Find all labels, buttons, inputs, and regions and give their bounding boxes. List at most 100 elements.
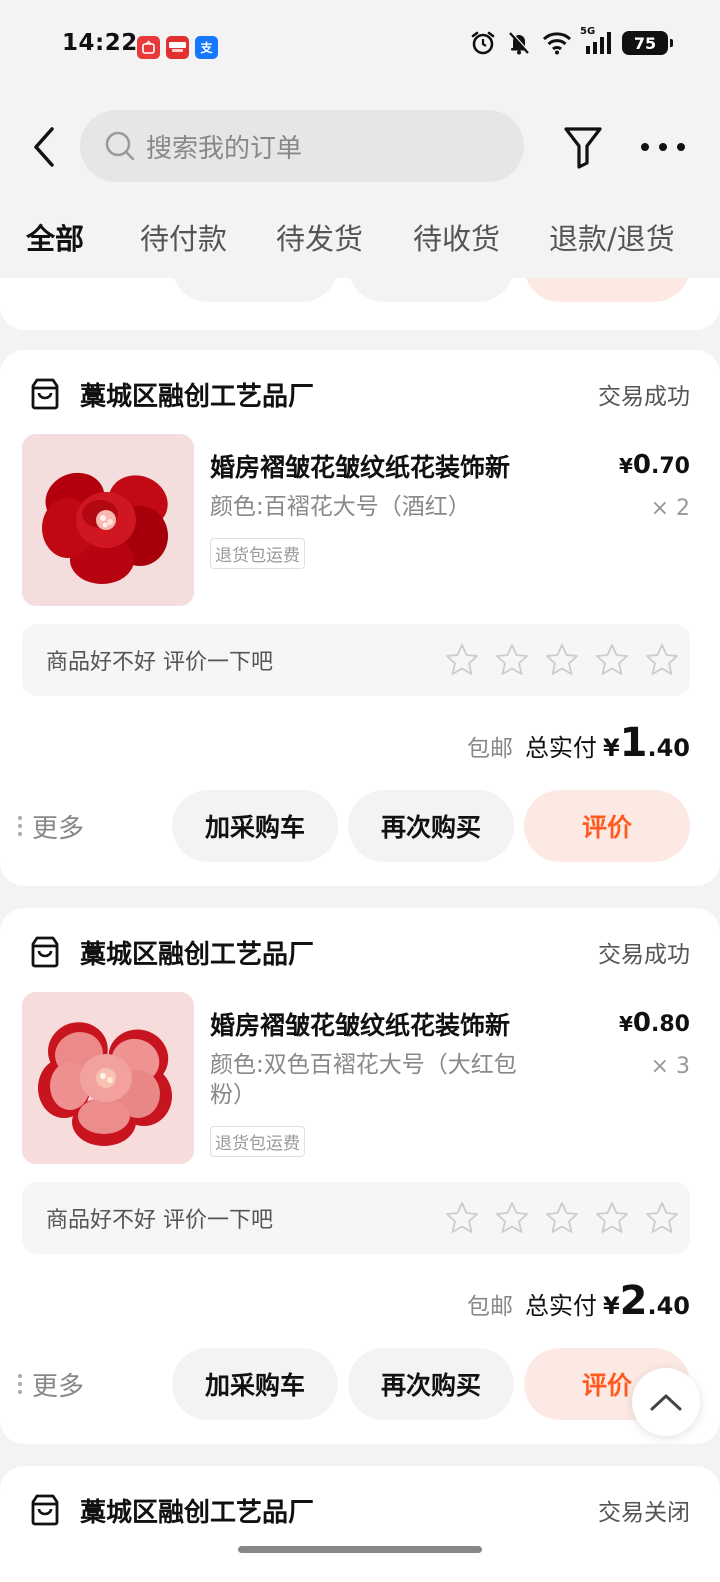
return-shipping-tag: 退货包运费 [210,538,305,569]
star-icon[interactable] [594,642,630,678]
star-rating [444,642,680,678]
action-row: 更多 加采购车 再次购买 评价 [18,790,690,862]
vertical-dots-icon [18,1374,22,1394]
rating-bar[interactable]: 商品好不好 评价一下吧 [22,624,690,696]
tab-refund[interactable]: 退款/退货 [549,216,675,258]
app-badges: 支 [137,36,218,59]
order-total: 包邮 总实付 ¥2.40 [466,1278,690,1324]
total-integer: 1 [619,720,648,766]
search-input[interactable]: 搜索我的订单 [80,110,524,182]
star-icon[interactable] [544,1200,580,1236]
order-tabs: 全部 待付款 待发货 待收货 退款/退货 [0,202,720,278]
more-actions-label: 更多 [32,1371,85,1402]
total-label: 总实付 [524,1292,597,1320]
wifi-icon [542,32,572,55]
price-decimal: .80 [651,1012,690,1037]
total-decimal: .40 [647,1292,690,1320]
back-button[interactable] [22,122,66,172]
app-badge-red-icon [137,36,160,59]
action-row: 更多 加采购车 再次购买 评价 [18,1348,690,1420]
cellular-signal-icon: 5G [580,26,612,56]
product-item[interactable]: 婚房褶皱花皱纹纸花装饰新 颜色:百褶花大号（酒红） 退货包运费 ¥0.70 × … [22,434,690,606]
filter-icon [564,127,602,169]
star-icon[interactable] [494,1200,530,1236]
star-icon[interactable] [444,1200,480,1236]
tab-pending-receipt[interactable]: 待收货 [413,216,500,258]
shop-row[interactable]: 藁城区融创工艺品厂 交易成功 [28,932,690,972]
star-rating [444,1200,680,1236]
order-card: 藁城区融创工艺品厂 交易成功 [0,908,720,1444]
product-image [22,992,194,1164]
product-price: ¥0.80 [619,1008,690,1038]
total-label: 总实付 [524,734,597,762]
rating-bar[interactable]: 商品好不好 评价一下吧 [22,1182,690,1254]
price-decimal: .70 [651,454,690,479]
product-quantity: × 2 [650,496,690,521]
header: 搜索我的订单 [0,92,720,202]
home-indicator[interactable] [238,1546,482,1553]
alarm-icon [471,31,495,55]
search-placeholder: 搜索我的订单 [146,133,303,164]
total-currency: ¥ [602,1292,620,1320]
product-quantity: × 3 [650,1054,690,1079]
more-actions-link[interactable]: 更多 [18,808,168,845]
shipping-label: 包邮 [466,736,513,762]
more-dots-icon [641,143,685,151]
shop-name: 藁城区融创工艺品厂 [80,381,315,412]
rebuy-button[interactable]: 再次购买 [348,1348,514,1420]
status-icons: 5G 75 [470,26,673,56]
chevron-left-icon [34,127,54,167]
chevron-up-icon [650,1394,682,1411]
shop-icon [28,935,62,969]
shop-row[interactable]: 藁城区融创工艺品厂 交易关闭 [28,1490,690,1530]
battery-indicator: 75 [622,31,673,55]
product-price: ¥0.70 [619,450,690,480]
search-icon [105,131,135,161]
shipping-label: 包邮 [466,1294,513,1320]
shop-name: 藁城区融创工艺品厂 [80,1497,315,1528]
order-status: 交易成功 [598,942,690,968]
star-icon[interactable] [494,642,530,678]
order-status: 交易关闭 [598,1500,690,1526]
total-decimal: .40 [647,734,690,762]
rebuy-button[interactable]: 再次购买 [348,790,514,862]
order-status: 交易成功 [598,384,690,410]
product-title: 婚房褶皱花皱纹纸花装饰新 [210,453,511,482]
product-title: 婚房褶皱花皱纹纸花装饰新 [210,1011,511,1040]
order-card: 藁城区融创工艺品厂 交易关闭 [0,1466,720,1582]
review-prompt: 商品好不好 评价一下吧 [46,1208,273,1233]
star-icon[interactable] [444,642,480,678]
order-card: 藁城区融创工艺品厂 交易成功 [0,350,720,886]
star-icon[interactable] [544,642,580,678]
product-item[interactable]: 婚房褶皱花皱纹纸花装饰新 颜色:双色百褶花大号（大红包粉） 退货包运费 ¥0.8… [22,992,690,1164]
price-integer: 0 [632,1008,652,1038]
more-options-button[interactable] [636,122,690,172]
star-icon[interactable] [644,1200,680,1236]
status-time: 14:22 [62,30,138,56]
add-to-cart-button[interactable]: 加采购车 [172,790,338,862]
shop-icon [28,377,62,411]
review-button[interactable]: 评价 [524,790,690,862]
total-integer: 2 [619,1278,648,1324]
add-to-cart-button[interactable]: 加采购车 [172,1348,338,1420]
product-image [22,434,194,606]
shop-name: 藁城区融创工艺品厂 [80,939,315,970]
star-icon[interactable] [644,642,680,678]
price-integer: 0 [632,450,652,480]
total-currency: ¥ [602,734,620,762]
tab-all[interactable]: 全部 [26,216,84,258]
star-icon[interactable] [594,1200,630,1236]
more-actions-link[interactable]: 更多 [18,1366,168,1403]
alipay-icon: 支 [195,36,218,59]
review-prompt: 商品好不好 评价一下吧 [46,650,273,675]
vertical-dots-icon [18,816,22,836]
scroll-to-top-button[interactable] [632,1368,700,1436]
shop-icon [28,1493,62,1527]
tab-pending-shipment[interactable]: 待发货 [276,216,363,258]
filter-button[interactable] [560,122,606,172]
tab-pending-payment[interactable]: 待付款 [140,216,227,258]
status-bar: 14:22 支 5G 75 [0,0,720,92]
shop-row[interactable]: 藁城区融创工艺品厂 交易成功 [28,374,690,414]
product-spec: 颜色:百褶花大号（酒红） [210,494,471,520]
order-total: 包邮 总实付 ¥1.40 [466,720,690,766]
